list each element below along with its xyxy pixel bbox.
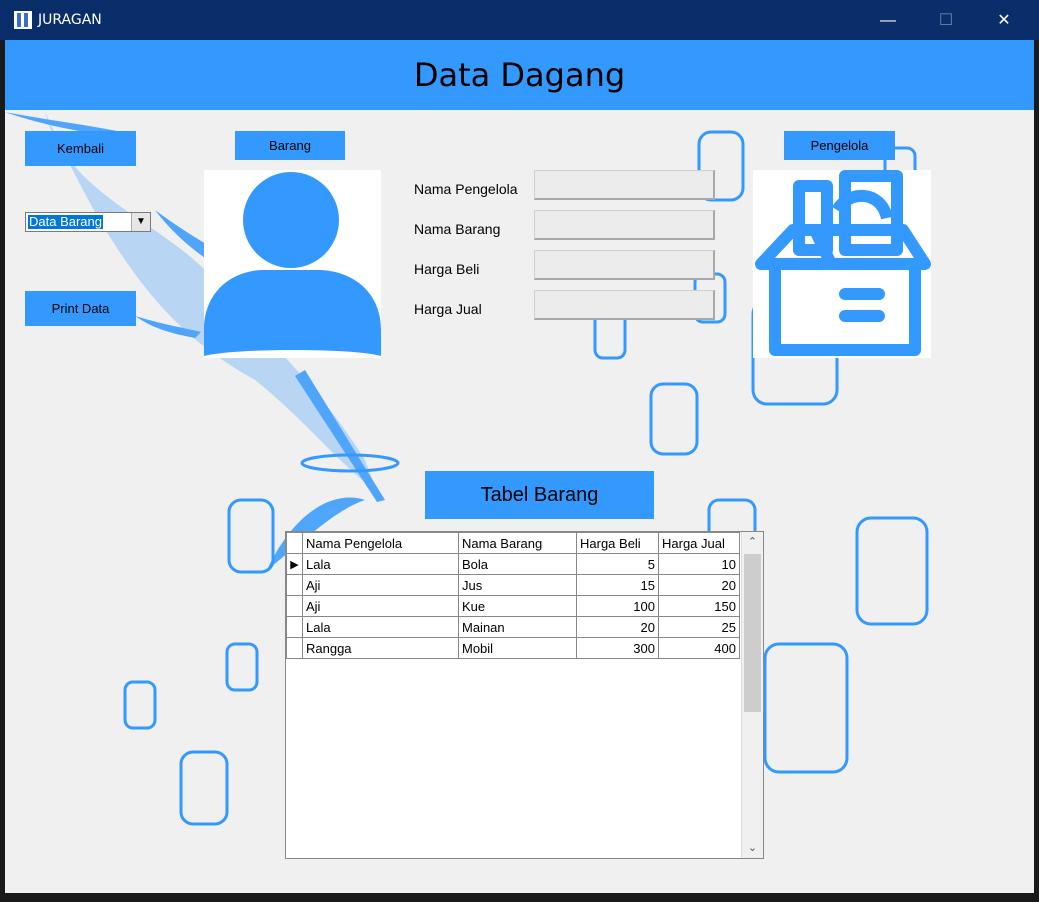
- data-type-dropdown[interactable]: Data Barang ▼: [25, 212, 151, 232]
- table-cell[interactable]: Aji: [302, 574, 459, 596]
- maximize-button[interactable]: ☐: [934, 10, 958, 32]
- table-cell[interactable]: Jus: [458, 574, 577, 596]
- table-cell[interactable]: Lala: [302, 553, 459, 575]
- table-row[interactable]: Lala Mainan 20 25: [286, 616, 740, 638]
- table-cell[interactable]: Kue: [458, 595, 577, 617]
- table-title: Tabel Barang: [425, 471, 654, 519]
- table-header-row: Nama Pengelola Nama Barang Harga Beli Ha…: [286, 532, 740, 554]
- table-cell[interactable]: 100: [576, 595, 659, 617]
- row-header[interactable]: [286, 637, 303, 659]
- table-row[interactable]: Aji Kue 100 150: [286, 595, 740, 617]
- table-cell[interactable]: 15: [576, 574, 659, 596]
- barang-data-grid[interactable]: Nama Pengelola Nama Barang Harga Beli Ha…: [285, 531, 764, 859]
- header-banner: Data Dagang: [5, 40, 1034, 110]
- scroll-up-icon[interactable]: ⌃: [742, 532, 763, 552]
- table-cell[interactable]: Lala: [302, 616, 459, 638]
- column-header[interactable]: Harga Jual: [658, 532, 740, 554]
- label-harga-jual: Harga Jual: [414, 301, 482, 317]
- table-cell[interactable]: 20: [576, 616, 659, 638]
- table-cell[interactable]: 400: [658, 637, 740, 659]
- barang-image-panel: [204, 170, 381, 358]
- harga-jual-field[interactable]: [534, 290, 715, 320]
- scrollbar-thumb[interactable]: [744, 554, 761, 712]
- barang-button[interactable]: Barang: [235, 131, 345, 160]
- table-cell[interactable]: 150: [658, 595, 740, 617]
- window-titlebar: JURAGAN — ☐ ✕: [0, 0, 1039, 40]
- table-cell[interactable]: Aji: [302, 595, 459, 617]
- row-header[interactable]: [286, 616, 303, 638]
- current-row-marker[interactable]: ▶: [286, 553, 303, 575]
- column-header[interactable]: Nama Barang: [458, 532, 577, 554]
- form-client-area: Data Dagang Kembali Barang Pengelola Pri…: [5, 40, 1034, 893]
- data-table: Nama Pengelola Nama Barang Harga Beli Ha…: [286, 532, 740, 659]
- nama-barang-field[interactable]: [534, 210, 715, 240]
- dropdown-selected-value: Data Barang: [28, 214, 103, 229]
- chevron-down-icon[interactable]: ▼: [131, 213, 150, 231]
- row-header[interactable]: [286, 574, 303, 596]
- table-cell[interactable]: 5: [576, 553, 659, 575]
- window-title: JURAGAN: [38, 12, 102, 28]
- harga-beli-field[interactable]: [534, 250, 715, 280]
- table-cell[interactable]: 300: [576, 637, 659, 659]
- label-nama-barang: Nama Barang: [414, 221, 501, 237]
- column-header[interactable]: Harga Beli: [576, 532, 659, 554]
- kembali-button[interactable]: Kembali: [25, 131, 136, 166]
- table-cell[interactable]: Rangga: [302, 637, 459, 659]
- minimize-button[interactable]: —: [876, 10, 900, 32]
- table-cell[interactable]: 25: [658, 616, 740, 638]
- table-cell[interactable]: Mobil: [458, 637, 577, 659]
- shopping-box-icon: [755, 170, 931, 356]
- app-logo-icon: [14, 11, 32, 29]
- row-header[interactable]: [286, 595, 303, 617]
- scroll-down-icon[interactable]: ⌄: [742, 838, 763, 858]
- row-header-corner: [286, 532, 303, 554]
- table-row[interactable]: ▶ Lala Bola 5 10: [286, 553, 740, 575]
- pengelola-image-panel: [753, 170, 931, 358]
- table-cell[interactable]: Mainan: [458, 616, 577, 638]
- person-silhouette-icon: [204, 172, 381, 356]
- vertical-scrollbar[interactable]: ⌃ ⌄: [741, 532, 763, 858]
- table-cell[interactable]: Bola: [458, 553, 577, 575]
- nama-pengelola-field[interactable]: [534, 170, 715, 200]
- print-data-button[interactable]: Print Data: [25, 291, 136, 326]
- table-row[interactable]: Rangga Mobil 300 400: [286, 637, 740, 659]
- table-cell[interactable]: 10: [658, 553, 740, 575]
- page-title: Data Dagang: [413, 56, 626, 94]
- label-nama-pengelola: Nama Pengelola: [414, 181, 518, 197]
- table-cell[interactable]: 20: [658, 574, 740, 596]
- label-harga-beli: Harga Beli: [414, 261, 480, 277]
- column-header[interactable]: Nama Pengelola: [302, 532, 459, 554]
- pengelola-button[interactable]: Pengelola: [784, 131, 895, 160]
- table-row[interactable]: Aji Jus 15 20: [286, 574, 740, 596]
- close-button[interactable]: ✕: [992, 10, 1016, 32]
